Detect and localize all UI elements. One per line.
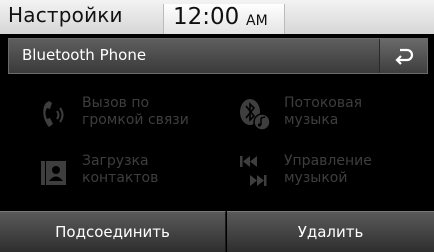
- menu-label-line2: громкой связи: [82, 112, 189, 128]
- contacts-download-icon: [41, 161, 66, 185]
- connect-button[interactable]: Подсоединить: [0, 211, 226, 252]
- menu-label-line2: музыкой: [284, 170, 348, 186]
- prev-next-track-icon: [240, 156, 267, 186]
- status-bar: Настройки 12:00 AM: [0, 0, 434, 34]
- menu-label-line2: музыка: [284, 112, 339, 128]
- header-bar: Bluetooth Phone: [8, 38, 428, 74]
- back-button[interactable]: [379, 39, 427, 73]
- menu-item-speakerphone[interactable]: Вызов по громкой связи: [40, 95, 210, 135]
- clock-time: 12:00: [173, 4, 240, 30]
- menu-label-line1: Управление: [284, 153, 372, 169]
- menu-item-music-control[interactable]: Управление музыкой: [238, 153, 408, 193]
- menu-item-contacts[interactable]: Загрузка контактов: [40, 153, 210, 193]
- menu-label-line1: Потоковая: [284, 95, 363, 111]
- menu-label-line2: контактов: [82, 170, 159, 186]
- phone-speaker-icon: [43, 101, 64, 127]
- menu-item-streaming[interactable]: Потоковая музыка: [238, 95, 408, 135]
- menu-label-line1: Загрузка: [82, 153, 149, 169]
- page-title: Bluetooth Phone: [22, 46, 147, 64]
- menu-label-line1: Вызов по: [82, 95, 150, 111]
- clock: 12:00 AM: [163, 4, 285, 34]
- clock-ampm: AM: [246, 13, 268, 29]
- status-title: Настройки: [8, 3, 123, 27]
- bluetooth-music-icon: [240, 99, 271, 131]
- delete-button[interactable]: Удалить: [227, 211, 434, 252]
- back-arrow-icon: [395, 48, 414, 65]
